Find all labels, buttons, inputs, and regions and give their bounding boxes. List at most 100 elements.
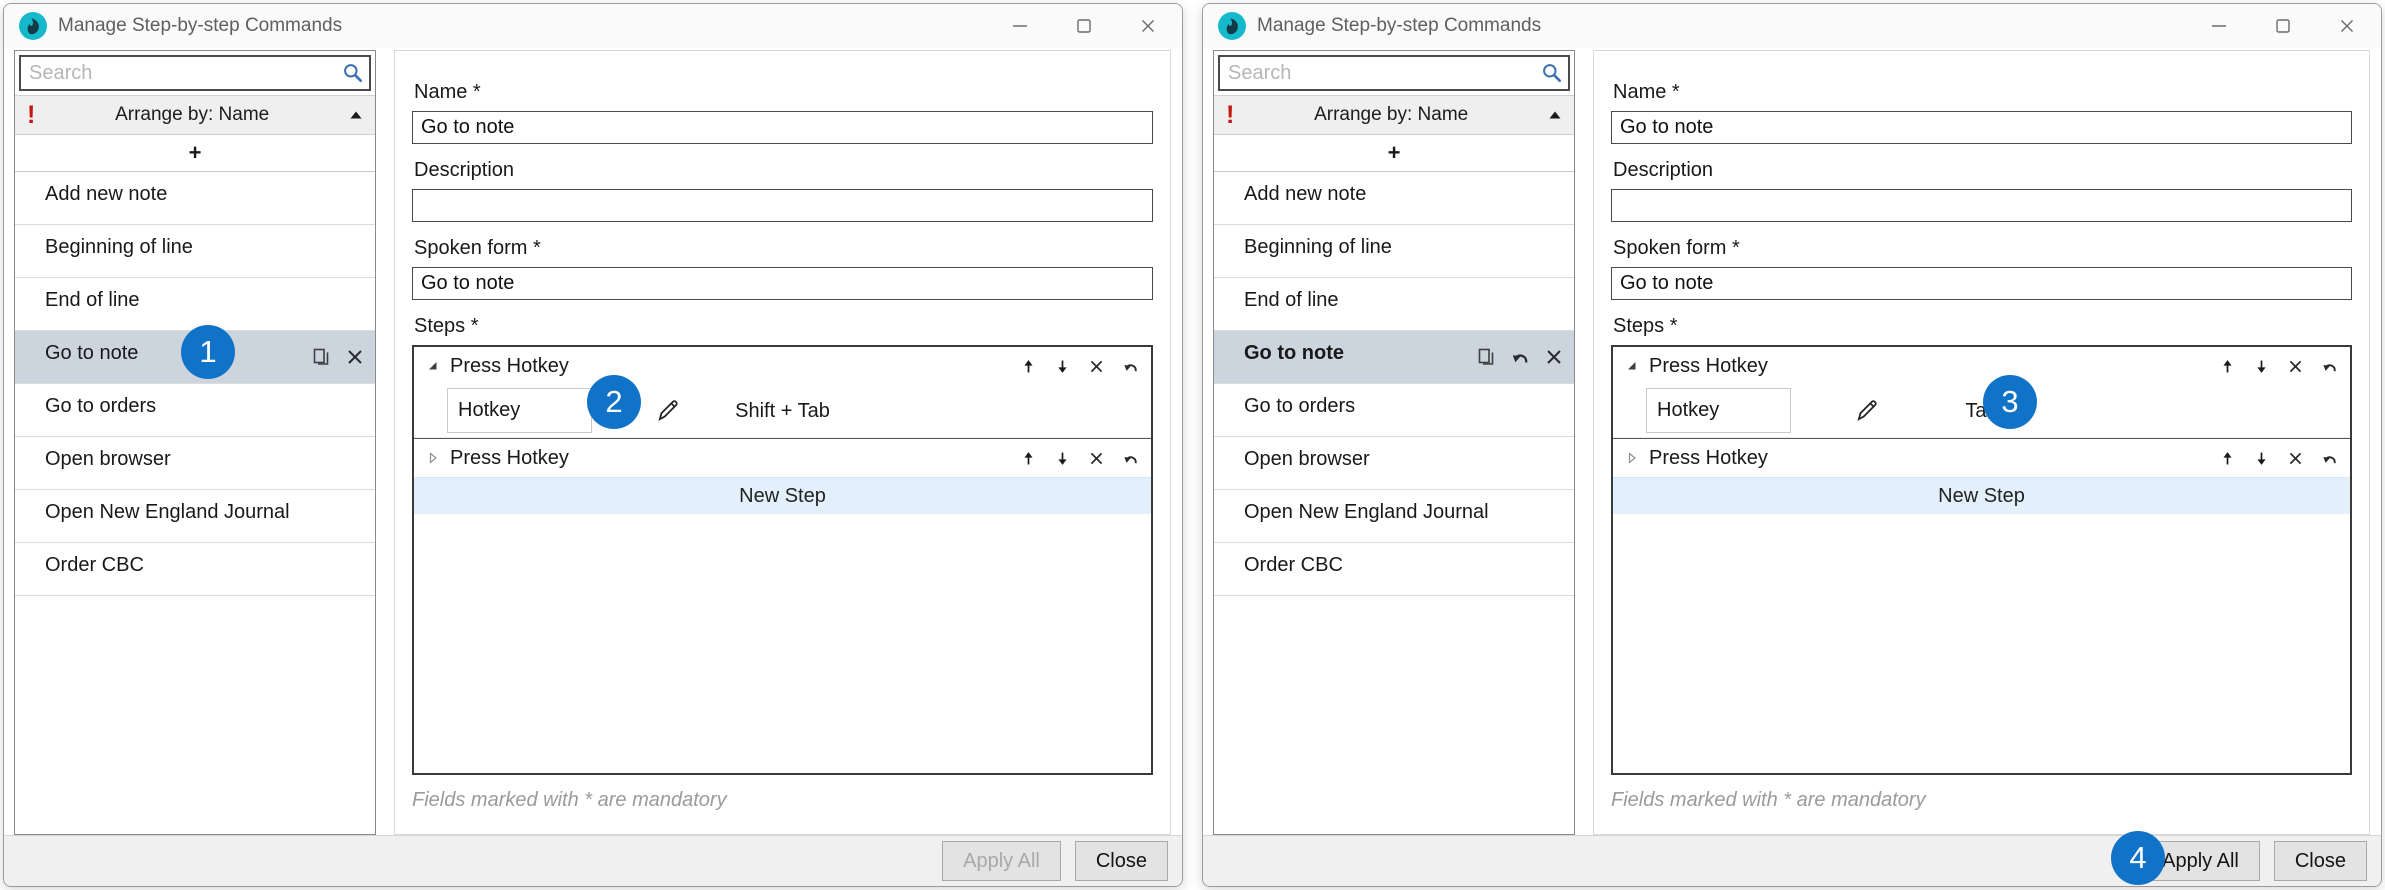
move-step-up-icon[interactable]	[2219, 358, 2236, 375]
step-1-header[interactable]: Press Hotkey	[414, 347, 1151, 385]
new-step-button[interactable]: New Step	[1613, 477, 2350, 514]
move-step-up-icon[interactable]	[1020, 358, 1037, 375]
list-item[interactable]: Open browser	[15, 437, 375, 490]
description-input[interactable]	[412, 189, 1153, 222]
spoken-form-input[interactable]	[412, 267, 1153, 300]
annotation-badge-3: 3	[1983, 375, 2037, 429]
close-button[interactable]: Close	[1075, 841, 1168, 881]
command-label: Go to note	[1244, 342, 1344, 365]
apply-all-button[interactable]: Apply All	[942, 841, 1061, 881]
step-title: Press Hotkey	[1649, 447, 1768, 470]
hotkey-row: Hotkey Tab	[1613, 385, 2350, 438]
step-title: Press Hotkey	[450, 355, 569, 378]
delete-command-icon[interactable]	[345, 347, 365, 367]
hotkey-row: Hotkey Shift + Tab	[414, 385, 1151, 438]
move-step-up-icon[interactable]	[2219, 450, 2236, 467]
search-icon	[1541, 62, 1563, 84]
close-button[interactable]: Close	[2274, 841, 2367, 881]
command-label: Go to orders	[1244, 395, 1355, 418]
name-input[interactable]	[1611, 111, 2352, 144]
command-label: Order CBC	[45, 554, 144, 577]
undo-step-icon[interactable]	[2321, 358, 2338, 375]
add-command-button[interactable]: +	[15, 135, 375, 172]
delete-command-icon[interactable]	[1544, 347, 1564, 367]
mandatory-note: Fields marked with * are mandatory	[1611, 789, 2352, 812]
step-actions	[2219, 358, 2338, 375]
edit-hotkey-button[interactable]	[1853, 396, 1881, 429]
list-item[interactable]: End of line	[15, 278, 375, 331]
list-item[interactable]: Open New England Journal	[1214, 490, 1574, 543]
maximize-icon	[2273, 16, 2293, 36]
move-step-down-icon[interactable]	[2253, 358, 2270, 375]
step-1-header[interactable]: Press Hotkey	[1613, 347, 2350, 385]
duplicate-command-icon[interactable]	[1476, 347, 1496, 367]
list-item[interactable]: Add new note	[1214, 172, 1574, 225]
list-item[interactable]: Order CBC	[15, 543, 375, 596]
list-item[interactable]: Beginning of line	[1214, 225, 1574, 278]
name-input[interactable]	[412, 111, 1153, 144]
maximize-button[interactable]	[2251, 4, 2315, 48]
steps-panel: Press Hotkey Hotkey Shift + Tab Press Ho…	[412, 345, 1153, 775]
titlebar: Manage Step-by-step Commands	[4, 4, 1182, 48]
undo-step-icon[interactable]	[2321, 450, 2338, 467]
close-icon	[1138, 16, 1158, 36]
command-label: End of line	[45, 289, 140, 312]
close-window-button[interactable]	[1116, 4, 1180, 48]
delete-step-icon[interactable]	[1088, 450, 1105, 467]
delete-step-icon[interactable]	[1088, 358, 1105, 375]
app-logo-icon	[1217, 11, 1247, 41]
alert-icon: !	[27, 105, 35, 125]
list-item[interactable]: Go to note	[1214, 331, 1574, 384]
list-item[interactable]: Add new note	[15, 172, 375, 225]
undo-command-icon[interactable]	[1510, 347, 1530, 367]
right-window: Manage Step-by-step Commands ! Arrange b…	[1202, 3, 2382, 887]
move-step-down-icon[interactable]	[1054, 450, 1071, 467]
list-item[interactable]: Beginning of line	[15, 225, 375, 278]
new-step-button[interactable]: New Step	[414, 477, 1151, 514]
list-item[interactable]: Go to orders	[15, 384, 375, 437]
spoken-form-label: Spoken form *	[1613, 237, 2352, 260]
delete-step-icon[interactable]	[2287, 450, 2304, 467]
description-input[interactable]	[1611, 189, 2352, 222]
search-input[interactable]	[19, 55, 371, 91]
step-title: Press Hotkey	[1649, 355, 1768, 378]
search-input[interactable]	[1218, 55, 1570, 91]
list-item[interactable]: Order CBC	[1214, 543, 1574, 596]
step-actions	[1020, 450, 1139, 467]
expander-expanded-icon	[1625, 359, 1639, 373]
maximize-button[interactable]	[1052, 4, 1116, 48]
pencil-icon	[1853, 396, 1881, 424]
move-step-down-icon[interactable]	[2253, 450, 2270, 467]
add-command-button[interactable]: +	[1214, 135, 1574, 172]
arrange-by-header[interactable]: ! Arrange by: Name	[15, 95, 375, 135]
command-label: Open browser	[1244, 448, 1370, 471]
edit-hotkey-button[interactable]	[654, 396, 682, 429]
move-step-up-icon[interactable]	[1020, 450, 1037, 467]
move-step-down-icon[interactable]	[1054, 358, 1071, 375]
step-2-header[interactable]: Press Hotkey	[1613, 438, 2350, 477]
description-label: Description	[1613, 159, 2352, 182]
hotkey-field-label: Hotkey	[1646, 388, 1791, 433]
list-item[interactable]: End of line	[1214, 278, 1574, 331]
list-item[interactable]: Go to orders	[1214, 384, 1574, 437]
duplicate-command-icon[interactable]	[311, 347, 331, 367]
minimize-button[interactable]	[2187, 4, 2251, 48]
step-2-header[interactable]: Press Hotkey	[414, 438, 1151, 477]
minimize-button[interactable]	[988, 4, 1052, 48]
delete-step-icon[interactable]	[2287, 358, 2304, 375]
undo-step-icon[interactable]	[1122, 358, 1139, 375]
arrange-by-header[interactable]: ! Arrange by: Name	[1214, 95, 1574, 135]
step-title: Press Hotkey	[450, 447, 569, 470]
row-actions	[311, 331, 365, 383]
spoken-form-input[interactable]	[1611, 267, 2352, 300]
list-item[interactable]: Open New England Journal	[15, 490, 375, 543]
spoken-form-label: Spoken form *	[414, 237, 1153, 260]
minimize-icon	[1010, 16, 1030, 36]
undo-step-icon[interactable]	[1122, 450, 1139, 467]
close-window-button[interactable]	[2315, 4, 2379, 48]
window-controls	[2187, 4, 2379, 48]
annotation-badge-4: 4	[2111, 831, 2165, 885]
command-label: Open New England Journal	[45, 501, 290, 524]
hotkey-field-label: Hotkey	[447, 388, 592, 433]
list-item[interactable]: Open browser	[1214, 437, 1574, 490]
